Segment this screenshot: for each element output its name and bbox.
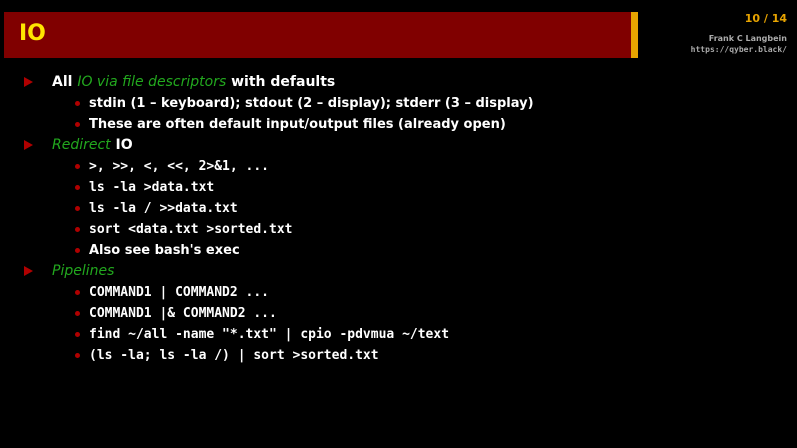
code-text: >, >>, <, <<, 2>&1, ... — [89, 159, 270, 174]
dot-bullet-icon — [75, 311, 80, 316]
author-url: https://qyber.black/ — [690, 45, 787, 54]
emphasis-text: IO via file descriptors — [77, 74, 227, 90]
sub-bullet-item: sort <data.txt >sorted.txt — [24, 219, 784, 240]
dot-bullet-icon — [75, 290, 80, 295]
code-text: (ls -la; ls -la /) | sort >sorted.txt — [89, 348, 379, 363]
dot-bullet-icon — [75, 101, 80, 106]
dot-bullet-icon — [75, 164, 80, 169]
triangle-bullet-icon — [24, 266, 33, 276]
triangle-bullet-icon — [24, 77, 33, 87]
dot-bullet-icon — [75, 248, 80, 253]
accent-bar — [631, 12, 638, 58]
code-text: sort <data.txt >sorted.txt — [89, 222, 293, 237]
sub-bullet-item: find ~/all -name "*.txt" | cpio -pdvmua … — [24, 324, 784, 345]
dot-bullet-icon — [75, 332, 80, 337]
triangle-bullet-icon — [24, 140, 33, 150]
sub-bullet-item: stdin (1 – keyboard); stdout (2 – displa… — [24, 93, 784, 114]
bullet-text: IO — [110, 137, 133, 153]
title-bar: IO — [4, 12, 631, 58]
sub-bullet-item: These are often default input/output fil… — [24, 114, 784, 135]
sub-bullet-text: Also see bash's exec — [89, 243, 240, 258]
code-text: COMMAND1 | COMMAND2 ... — [89, 285, 270, 300]
bullet-item: All IO via file descriptors with default… — [24, 72, 784, 93]
dot-bullet-icon — [75, 206, 80, 211]
emphasis-text: Redirect — [52, 137, 111, 153]
dot-bullet-icon — [75, 122, 80, 127]
sub-bullet-item: Also see bash's exec — [24, 240, 784, 261]
code-text: ls -la / >>data.txt — [89, 201, 238, 216]
sub-bullet-item: >, >>, <, <<, 2>&1, ... — [24, 156, 784, 177]
sub-bullet-item: COMMAND1 |& COMMAND2 ... — [24, 303, 784, 324]
bullet-text: with defaults — [226, 74, 336, 90]
sub-bullet-item: (ls -la; ls -la /) | sort >sorted.txt — [24, 345, 784, 366]
slide-content: All IO via file descriptors with default… — [24, 72, 784, 366]
bullet-item: Pipelines — [24, 261, 784, 282]
sub-bullet-item: ls -la / >>data.txt — [24, 198, 784, 219]
code-text: ls -la >data.txt — [89, 180, 215, 195]
dot-bullet-icon — [75, 353, 80, 358]
dot-bullet-icon — [75, 227, 80, 232]
code-text: COMMAND1 |& COMMAND2 ... — [89, 306, 277, 321]
emphasis-text: Pipelines — [52, 263, 115, 279]
sub-bullet-text: stdin (1 – keyboard); stdout (2 – displa… — [89, 96, 534, 111]
dot-bullet-icon — [75, 185, 80, 190]
code-text: find ~/all -name "*.txt" | cpio -pdvmua … — [89, 327, 450, 342]
bullet-text: All — [52, 74, 78, 90]
top-strip — [0, 0, 797, 12]
slide-number: 10 / 14 — [744, 12, 787, 25]
sub-bullet-item: COMMAND1 | COMMAND2 ... — [24, 282, 784, 303]
bullet-item: Redirect IO — [24, 135, 784, 156]
slide-title: IO — [19, 21, 46, 46]
sub-bullet-text: These are often default input/output fil… — [89, 117, 506, 132]
author-name: Frank C Langbein — [708, 34, 787, 43]
sub-bullet-item: ls -la >data.txt — [24, 177, 784, 198]
